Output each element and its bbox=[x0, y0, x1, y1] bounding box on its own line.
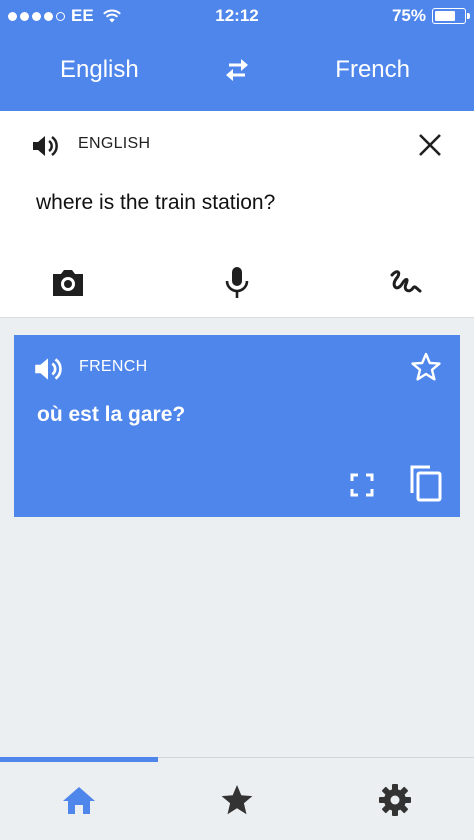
handwriting-icon[interactable] bbox=[387, 265, 423, 301]
copy-icon[interactable] bbox=[406, 463, 444, 503]
speaker-icon[interactable] bbox=[32, 353, 64, 385]
star-icon[interactable] bbox=[217, 780, 257, 820]
battery-icon bbox=[432, 8, 470, 24]
active-tab-indicator bbox=[0, 757, 158, 762]
translation-result-card[interactable]: FRENCH où est la gare? bbox=[14, 335, 460, 517]
close-icon[interactable] bbox=[416, 131, 444, 159]
status-right: 75% bbox=[391, 6, 470, 26]
result-language-label: FRENCH bbox=[79, 358, 148, 375]
bottom-navigation bbox=[0, 757, 474, 840]
input-text-field[interactable]: where is the train station? bbox=[36, 191, 275, 215]
star-outline-icon[interactable] bbox=[410, 351, 442, 383]
home-icon[interactable] bbox=[59, 780, 99, 820]
input-language-label: ENGLISH bbox=[78, 135, 151, 152]
fullscreen-icon[interactable] bbox=[348, 471, 376, 499]
app-header: EE 12:12 75% English French bbox=[0, 0, 474, 111]
translated-text: où est la gare? bbox=[37, 403, 186, 426]
target-language-button[interactable]: French bbox=[335, 56, 410, 84]
language-selector: English French bbox=[0, 42, 474, 98]
camera-icon[interactable] bbox=[50, 265, 86, 301]
microphone-icon[interactable] bbox=[219, 265, 255, 301]
input-card: ENGLISH where is the train station? bbox=[0, 111, 474, 318]
source-language-button[interactable]: English bbox=[60, 56, 139, 84]
swap-arrows-icon[interactable] bbox=[219, 55, 255, 85]
battery-percent: 75% bbox=[391, 6, 426, 25]
status-bar: EE 12:12 75% bbox=[0, 0, 474, 30]
speaker-icon[interactable] bbox=[30, 131, 60, 161]
settings-icon[interactable] bbox=[375, 780, 415, 820]
